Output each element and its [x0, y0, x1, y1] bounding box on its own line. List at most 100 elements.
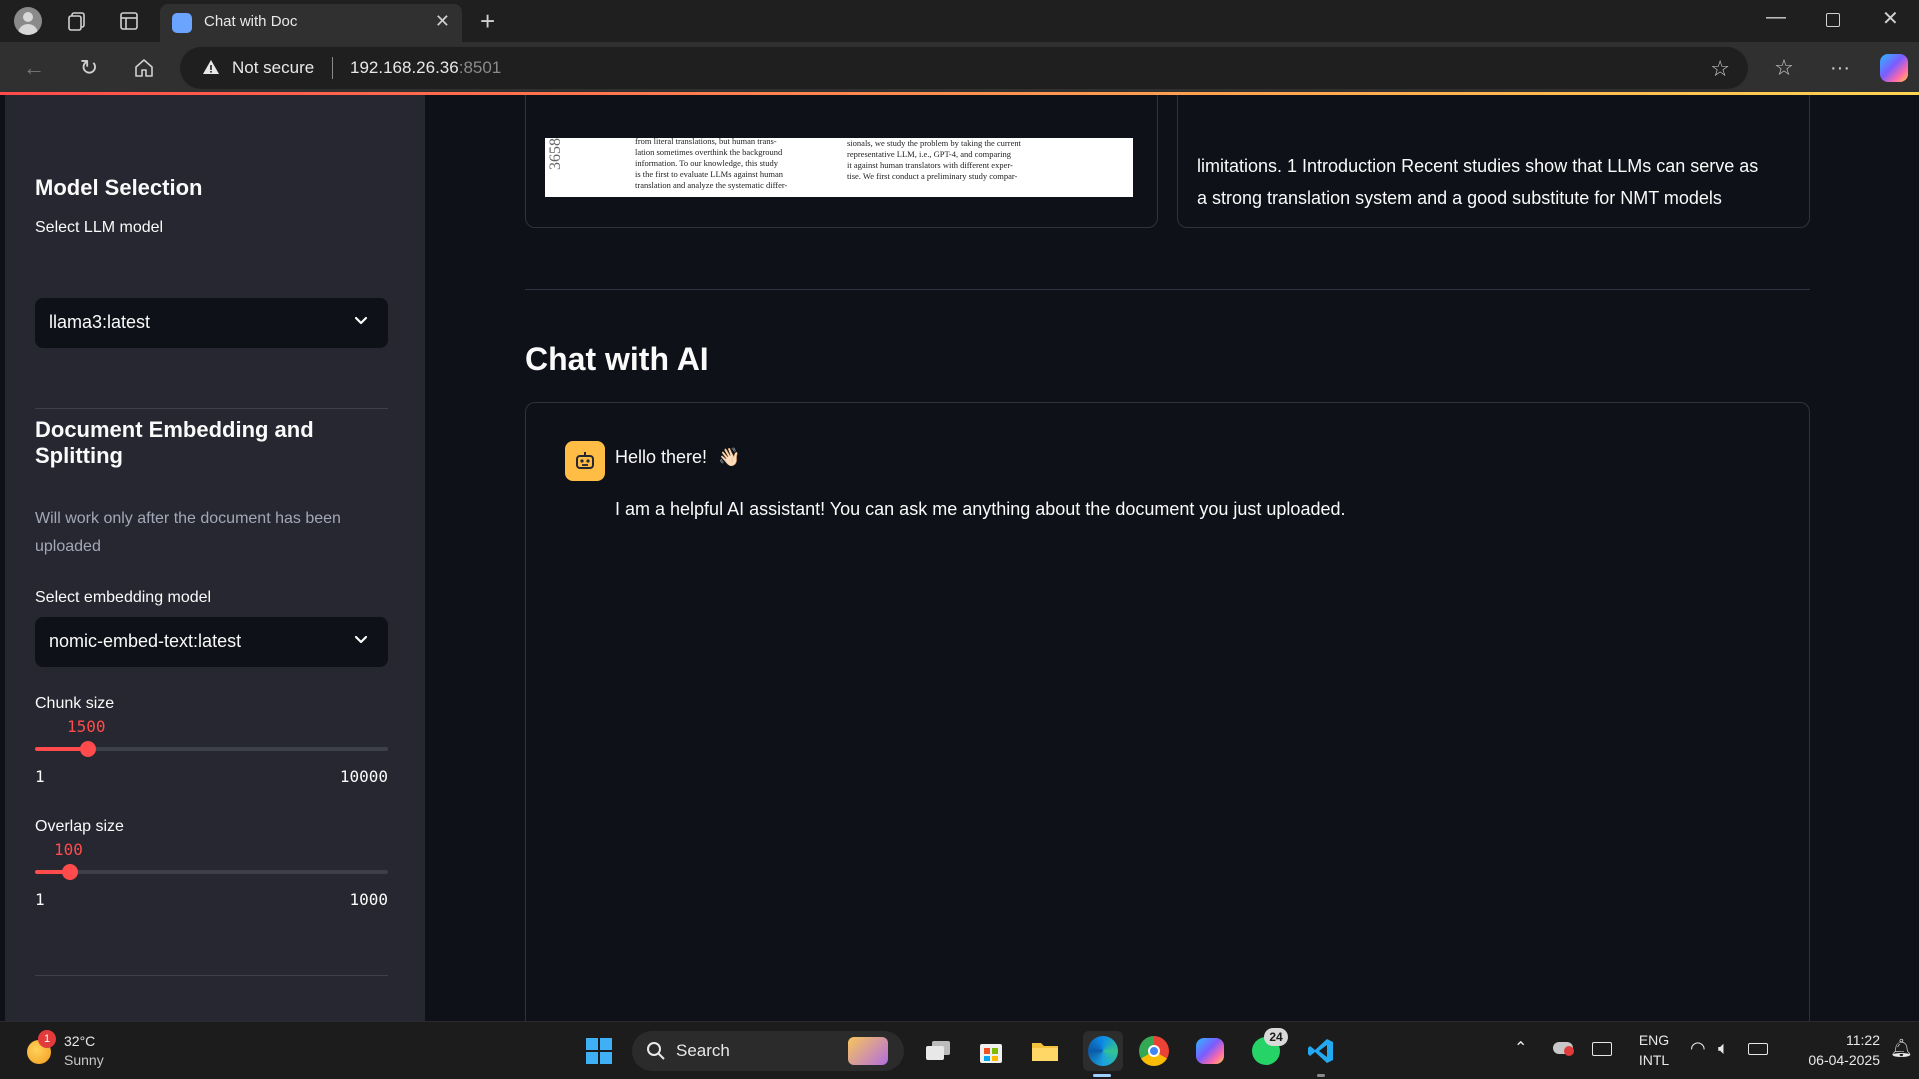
favorites-icon[interactable]: ☆	[1770, 54, 1798, 82]
assistant-avatar	[565, 441, 605, 481]
overlap-size-thumb[interactable]	[62, 864, 79, 880]
vscode-icon[interactable]	[1305, 1035, 1337, 1067]
chunk-size-max: 10000	[339, 767, 388, 786]
reload-icon[interactable]: ↻	[75, 54, 103, 82]
edge-browser-icon[interactable]	[1083, 1031, 1123, 1071]
microsoft-store-icon[interactable]	[975, 1035, 1007, 1067]
chunk-size-label: Chunk size	[35, 695, 115, 712]
robot-icon	[576, 452, 594, 469]
warning-icon[interactable]	[202, 58, 220, 81]
chevron-down-icon	[354, 635, 368, 644]
active-app-indicator	[1093, 1074, 1111, 1077]
task-view-icon[interactable]	[922, 1035, 954, 1067]
whatsapp-badge: 24	[1264, 1028, 1288, 1046]
section-divider	[525, 289, 1810, 290]
search-icon	[647, 1042, 665, 1060]
document-page-image: 3658v1 from literal translations, but hu…	[545, 138, 1133, 197]
embedding-model-label: Select embedding model	[35, 589, 212, 606]
show-hidden-icons-icon[interactable]: ⌃	[1514, 1038, 1527, 1058]
security-label[interactable]: Not secure	[232, 58, 314, 78]
greeting-text: Hello there!	[615, 447, 708, 467]
overlap-size-min: 1	[35, 890, 45, 909]
chunk-size-thumb[interactable]	[79, 741, 96, 757]
browser-tab-strip: Chat with Doc ✕ + — ✕	[0, 0, 1919, 42]
chunk-size-min: 1	[35, 767, 45, 786]
notifications-icon[interactable]: 🔔︎	[1890, 1038, 1913, 1059]
chat-container[interactable]: Hello there! 👋🏻 I am a helpful AI assist…	[525, 402, 1810, 1021]
embedding-note: Will work only after the document has be…	[35, 510, 341, 555]
sidebar-divider	[35, 975, 388, 976]
address-bar[interactable]: Not secure 192.168.26.36:8501 ☆	[180, 47, 1748, 89]
search-label: Search	[676, 1041, 730, 1060]
llm-model-value: llama3:latest	[49, 312, 151, 332]
url-text[interactable]: 192.168.26.36:8501	[350, 58, 501, 78]
clock-time[interactable]: 11:22	[1780, 1032, 1880, 1048]
search-highlight-icon	[848, 1037, 888, 1065]
battery-icon[interactable]	[1748, 1043, 1768, 1055]
url-separator	[332, 57, 333, 79]
language-top[interactable]: ENG	[1634, 1032, 1674, 1048]
chrome-icon[interactable]	[1138, 1035, 1170, 1067]
more-options-icon[interactable]: ···	[1826, 54, 1854, 82]
tab-title: Chat with Doc	[204, 13, 298, 30]
volume-icon[interactable]: 🔈︎	[1718, 1038, 1729, 1059]
close-window-icon[interactable]: ✕	[1882, 6, 1899, 31]
home-icon[interactable]	[130, 54, 158, 82]
weather-desc: Sunny	[64, 1052, 104, 1068]
main-content: 3658v1 from literal translations, but hu…	[425, 95, 1919, 1021]
sidebar: Model Selection Select LLM model llama3:…	[5, 95, 425, 1021]
document-text-line: limitations. 1 Introduction Recent studi…	[1197, 156, 1759, 176]
profile-avatar-icon[interactable]	[14, 7, 42, 35]
embedding-heading: Document Embedding and Splitting	[35, 417, 314, 468]
workspaces-icon[interactable]	[66, 10, 88, 32]
chunk-size-value: 1500	[67, 717, 106, 736]
favorite-star-icon[interactable]: ☆	[1710, 56, 1730, 82]
assistant-message: I am a helpful AI assistant! You can ask…	[615, 499, 1346, 519]
url-port: :8501	[458, 58, 502, 77]
tab-chat-with-doc[interactable]: Chat with Doc ✕	[160, 4, 462, 42]
file-explorer-icon[interactable]	[1029, 1035, 1061, 1067]
overlap-size-max: 1000	[349, 890, 388, 909]
new-tab-icon[interactable]: +	[480, 6, 495, 37]
embedding-model-select[interactable]: nomic-embed-text:latest	[35, 617, 388, 667]
document-text-card: limitations. 1 Introduction Recent studi…	[1177, 95, 1810, 228]
start-windows-icon[interactable]	[583, 1035, 615, 1067]
minimize-icon[interactable]: —	[1766, 6, 1786, 29]
arxiv-margin-id: 3658v1	[547, 138, 564, 170]
overlap-size-slider[interactable]	[35, 864, 388, 880]
document-page-preview-card: 3658v1 from literal translations, but hu…	[525, 95, 1158, 228]
wifi-icon[interactable]: ◠	[1690, 1038, 1706, 1059]
chevron-down-icon	[354, 316, 368, 325]
copilot-app-icon[interactable]	[1194, 1035, 1226, 1067]
back-icon[interactable]: ←	[20, 54, 48, 82]
windows-taskbar: 1 32°C Sunny Search 24 ⌃ ENG INTL ◠ 🔈︎ 1…	[0, 1021, 1919, 1079]
copilot-icon[interactable]	[1880, 54, 1908, 82]
robot-favicon-icon	[172, 13, 192, 33]
weather-badge: 1	[38, 1030, 56, 1048]
llm-model-select[interactable]: llama3:latest	[35, 298, 388, 348]
keyboard-icon[interactable]	[1592, 1042, 1612, 1056]
taskbar-search-box[interactable]: Search	[632, 1031, 904, 1071]
weather-widget[interactable]: 1 32°C Sunny	[24, 1030, 124, 1072]
chunk-size-slider[interactable]	[35, 741, 388, 757]
onedrive-error-icon[interactable]	[1553, 1042, 1574, 1056]
close-tab-icon[interactable]: ✕	[435, 11, 450, 32]
language-bottom[interactable]: INTL	[1634, 1052, 1674, 1068]
chat-heading: Chat with AI	[525, 341, 709, 377]
wave-emoji: 👋🏻	[718, 447, 741, 467]
document-text-line: a strong translation system and a good s…	[1197, 188, 1722, 208]
tab-actions-icon[interactable]	[118, 10, 140, 32]
embedding-model-value: nomic-embed-text:latest	[49, 631, 242, 651]
clock-date[interactable]: 06-04-2025	[1780, 1052, 1880, 1068]
preview-column-left: from literal translations, but human tra…	[635, 138, 788, 190]
model-selection-heading: Model Selection	[35, 175, 203, 200]
restore-icon[interactable]	[1826, 13, 1840, 27]
sidebar-divider	[35, 408, 388, 409]
overlap-size-label: Overlap size	[35, 818, 124, 835]
llm-model-label: Select LLM model	[35, 219, 164, 236]
url-host: 192.168.26.36	[350, 58, 459, 77]
overlap-size-value: 100	[54, 840, 83, 859]
browser-toolbar: ← ↻ Not secure 192.168.26.36:8501 ☆ ☆ ··…	[0, 42, 1919, 94]
vscode-indicator	[1317, 1074, 1325, 1077]
weather-temp: 32°C	[64, 1033, 96, 1049]
